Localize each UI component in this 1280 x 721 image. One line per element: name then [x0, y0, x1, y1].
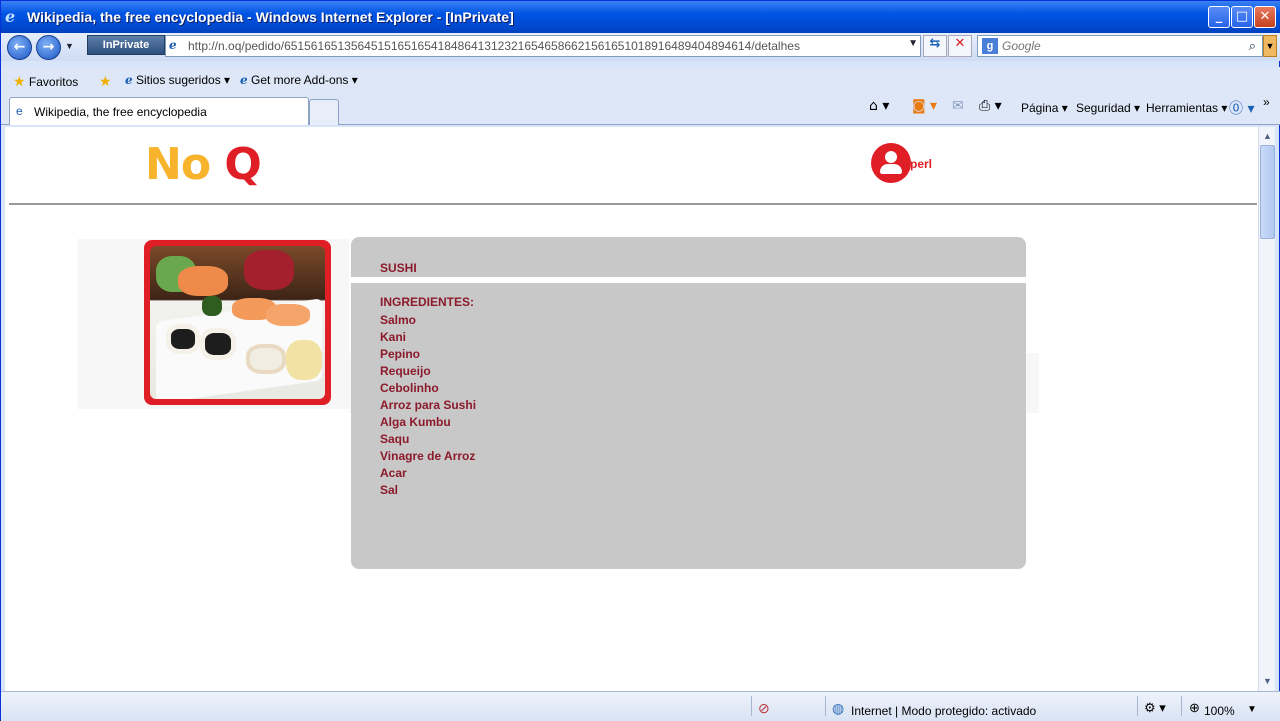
back-button[interactable]: ←: [7, 35, 32, 60]
list-item: Cebolinho: [380, 381, 439, 395]
history-dropdown-icon[interactable]: ▼: [65, 41, 74, 51]
herramientas-menu[interactable]: Herramientas ▾: [1146, 101, 1227, 115]
google-icon: g: [982, 38, 998, 54]
card-divider: [351, 277, 1026, 283]
sitios-sugeridos-button[interactable]: e Sitios sugeridos ▾: [125, 73, 230, 87]
list-item: Requeijo: [380, 364, 431, 378]
profile-avatar-icon[interactable]: [871, 143, 911, 183]
list-item: Pepino: [380, 347, 421, 361]
product-name: SUSHI: [380, 261, 417, 275]
globe-icon: ◍: [832, 700, 845, 716]
list-item: Acar: [380, 466, 407, 480]
refresh-button[interactable]: ⇆: [923, 35, 947, 57]
list-item: Saqu: [380, 432, 410, 446]
list-item: Kani: [380, 330, 407, 344]
stop-button[interactable]: ✕: [948, 35, 972, 57]
favorites-button[interactable]: ★ Favoritos: [13, 73, 78, 90]
list-item: Alga Kumbu: [380, 415, 451, 429]
ingredients-list: Salmo Kani Pepino Requeijo Cebolinho Arr…: [380, 312, 476, 499]
tab-page-icon: e: [16, 104, 23, 118]
pagina-menu[interactable]: Página ▾: [1021, 101, 1068, 115]
ie-logo-icon: e: [5, 7, 16, 26]
mail-icon[interactable]: ✉: [952, 98, 964, 114]
forward-button[interactable]: →: [36, 35, 61, 60]
star-icon: ★: [13, 73, 26, 89]
home-icon[interactable]: ⌂ ▾: [869, 98, 889, 114]
header-divider: [9, 203, 1257, 205]
list-item: Arroz para Sushi: [380, 398, 477, 412]
minimize-button[interactable]: _: [1208, 6, 1230, 28]
search-options-dropdown[interactable]: ▼: [1263, 35, 1277, 57]
maximize-button[interactable]: □: [1231, 6, 1253, 28]
scroll-thumb[interactable]: [1260, 145, 1275, 239]
search-input[interactable]: [1002, 39, 1232, 53]
more-commands-icon[interactable]: »: [1263, 95, 1270, 109]
product-detail-card: SUSHI INGREDIENTES: Salmo Kani Pepino Re…: [351, 237, 1026, 569]
list-item: Salmo: [380, 313, 417, 327]
inprivate-badge: InPrivate: [87, 35, 165, 55]
scroll-up-icon[interactable]: ▲: [1260, 128, 1275, 144]
address-bar[interactable]: e ▼: [165, 35, 921, 57]
tab-row: e Wikipedia, the free encyclopedia ⌂ ▾ ◙…: [1, 93, 1280, 125]
protected-mode-icon[interactable]: ⚙ ▾: [1144, 700, 1166, 716]
scroll-down-icon[interactable]: ▼: [1260, 673, 1275, 689]
zoom-dropdown-icon[interactable]: ▼: [1247, 704, 1257, 715]
ingredients-heading: INGREDIENTES:: [380, 295, 475, 309]
status-bar: ⊘ ◍ Internet | Modo protegido: activado …: [1, 691, 1280, 721]
add-favorite-icon[interactable]: ★: [99, 73, 112, 90]
title-bar: e Wikipedia, the free encyclopedia - Win…: [1, 1, 1280, 33]
list-item: Vinagre de Arroz: [380, 449, 476, 463]
zoom-icon: ⊕: [1189, 700, 1200, 715]
get-addons-button[interactable]: e Get more Add-ons ▾: [240, 73, 358, 87]
noq-logo[interactable]: No Q: [145, 139, 262, 190]
new-tab-button[interactable]: [309, 99, 339, 125]
product-image: [144, 240, 331, 405]
search-box[interactable]: g ⌕: [977, 35, 1263, 57]
close-button[interactable]: ✕: [1254, 6, 1276, 28]
page-icon: e: [169, 38, 177, 52]
address-dropdown-icon[interactable]: ▼: [908, 38, 918, 49]
vertical-scrollbar[interactable]: ▲ ▼: [1258, 127, 1275, 691]
privacy-report-icon[interactable]: ⊘: [758, 700, 770, 717]
window-title: Wikipedia, the free encyclopedia - Windo…: [27, 9, 514, 25]
zoom-level[interactable]: 100%: [1204, 704, 1235, 718]
search-icon[interactable]: ⌕: [1249, 38, 1256, 54]
print-icon[interactable]: ⎙ ▾: [979, 98, 1002, 114]
url-input[interactable]: [188, 38, 900, 54]
feeds-icon[interactable]: ◙ ▾: [912, 98, 937, 114]
list-item: Sal: [380, 483, 399, 497]
browser-window: e Wikipedia, the free encyclopedia - Win…: [0, 0, 1280, 721]
seguridad-menu[interactable]: Seguridad ▾: [1076, 101, 1140, 115]
tab-wikipedia[interactable]: e Wikipedia, the free encyclopedia: [9, 97, 309, 125]
help-icon[interactable]: ⓪ ▾: [1229, 98, 1254, 118]
security-zone-text[interactable]: Internet | Modo protegido: activado: [851, 704, 1036, 718]
favorites-bar: ★ Favoritos ★ e Sitios sugeridos ▾ e Get…: [1, 67, 1280, 93]
page-content: No Q perl SUSHI INGREDIENTES: Salmo Kani…: [5, 127, 1258, 691]
profile-link[interactable]: perl: [910, 157, 932, 171]
